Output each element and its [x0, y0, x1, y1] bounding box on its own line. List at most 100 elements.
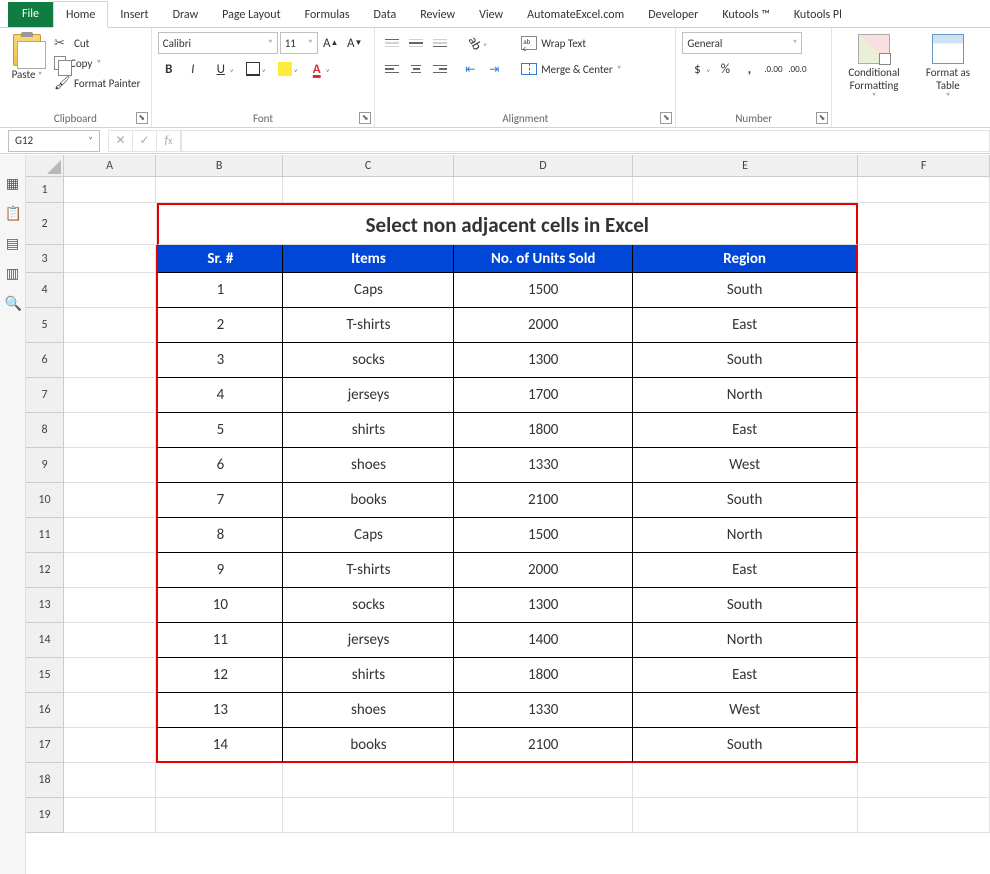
cell[interactable] — [858, 203, 990, 245]
cell[interactable] — [64, 658, 156, 693]
side-icon-4[interactable]: ▥ — [5, 265, 21, 281]
formula-input[interactable] — [181, 130, 990, 152]
table-cell[interactable]: 1330 — [454, 693, 633, 728]
font-dialog-launcher[interactable]: ⬊ — [359, 112, 371, 124]
number-format-combo[interactable]: General˅ — [682, 32, 802, 54]
row-header-13[interactable]: 13 — [26, 588, 64, 623]
table-cell[interactable]: 2000 — [454, 553, 633, 588]
bold-button[interactable]: B — [158, 58, 180, 80]
cell[interactable] — [64, 413, 156, 448]
table-cell[interactable]: 1300 — [454, 343, 633, 378]
tab-draw[interactable]: Draw — [161, 2, 211, 27]
cell[interactable] — [64, 378, 156, 413]
cell[interactable] — [858, 693, 990, 728]
table-cell[interactable]: T-shirts — [283, 308, 454, 343]
table-cell[interactable]: jerseys — [283, 623, 454, 658]
table-cell[interactable]: 1500 — [454, 518, 633, 553]
table-cell[interactable]: 7 — [156, 483, 283, 518]
font-size-combo[interactable]: 11˅ — [280, 32, 318, 54]
cell[interactable] — [64, 448, 156, 483]
table-header[interactable]: No. of Units Sold — [454, 245, 633, 273]
merge-center-button[interactable]: Merge & Center — [515, 58, 627, 80]
row-header-9[interactable]: 9 — [26, 448, 64, 483]
table-cell[interactable]: Caps — [283, 518, 454, 553]
cell[interactable] — [858, 413, 990, 448]
table-header[interactable]: Region — [633, 245, 858, 273]
row-header-18[interactable]: 18 — [26, 763, 64, 798]
align-top-button[interactable] — [381, 32, 403, 54]
column-header-A[interactable]: A — [64, 155, 156, 177]
table-cell[interactable]: South — [633, 728, 858, 763]
table-cell[interactable]: 3 — [156, 343, 283, 378]
table-cell[interactable]: T-shirts — [283, 553, 454, 588]
name-box[interactable]: G12˅ — [8, 130, 100, 152]
fill-color-button[interactable] — [270, 58, 300, 80]
decrease-indent-button[interactable]: ⇤ — [459, 58, 481, 80]
cell[interactable] — [858, 553, 990, 588]
cancel-formula-button[interactable]: ✕ — [109, 131, 133, 151]
cell[interactable] — [858, 245, 990, 273]
cell[interactable] — [858, 728, 990, 763]
row-header-3[interactable]: 3 — [26, 245, 64, 273]
table-cell[interactable]: 5 — [156, 413, 283, 448]
tab-kutools[interactable]: Kutools ™ — [710, 2, 782, 27]
column-header-E[interactable]: E — [633, 155, 859, 177]
table-cell[interactable]: shirts — [283, 658, 454, 693]
copy-button[interactable]: Copy — [50, 54, 144, 72]
side-icon-2[interactable]: 📋 — [5, 205, 21, 221]
select-all-button[interactable] — [26, 155, 64, 177]
cell[interactable] — [633, 177, 858, 203]
row-header-15[interactable]: 15 — [26, 658, 64, 693]
table-cell[interactable]: 2100 — [454, 728, 633, 763]
italic-button[interactable]: I — [182, 58, 204, 80]
comma-button[interactable]: , — [738, 58, 760, 80]
cell[interactable] — [858, 588, 990, 623]
row-header-14[interactable]: 14 — [26, 623, 64, 658]
cell[interactable] — [64, 763, 156, 798]
align-right-button[interactable] — [429, 58, 451, 80]
table-cell[interactable]: East — [633, 658, 858, 693]
align-middle-button[interactable] — [405, 32, 427, 54]
cell[interactable] — [858, 448, 990, 483]
format-as-table-button[interactable]: Format as Table — [912, 32, 984, 105]
enter-formula-button[interactable]: ✓ — [133, 131, 157, 151]
row-header-6[interactable]: 6 — [26, 343, 64, 378]
table-cell[interactable]: North — [633, 378, 858, 413]
number-dialog-launcher[interactable]: ⬊ — [816, 112, 828, 124]
tab-kutools-plus[interactable]: Kutools Pl — [782, 2, 854, 27]
cell[interactable] — [858, 763, 990, 798]
side-icon-5[interactable]: 🔍 — [5, 295, 21, 311]
cell[interactable] — [64, 588, 156, 623]
table-cell[interactable]: 1 — [156, 273, 283, 308]
table-cell[interactable]: North — [633, 623, 858, 658]
table-cell[interactable]: 4 — [156, 378, 283, 413]
table-cell[interactable]: East — [633, 308, 858, 343]
table-cell[interactable]: 10 — [156, 588, 283, 623]
table-cell[interactable]: 9 — [156, 553, 283, 588]
cut-button[interactable]: Cut — [50, 34, 144, 52]
side-icon-3[interactable]: ▤ — [5, 235, 21, 251]
cell[interactable] — [633, 763, 858, 798]
table-cell[interactable]: 1330 — [454, 448, 633, 483]
table-cell[interactable]: 1400 — [454, 623, 633, 658]
cell[interactable] — [858, 343, 990, 378]
cell[interactable] — [633, 798, 858, 833]
cell[interactable] — [454, 763, 633, 798]
row-header-11[interactable]: 11 — [26, 518, 64, 553]
cell[interactable] — [283, 763, 454, 798]
table-cell[interactable]: 14 — [156, 728, 283, 763]
column-header-C[interactable]: C — [283, 155, 454, 177]
align-center-button[interactable] — [405, 58, 427, 80]
cell[interactable] — [64, 798, 156, 833]
table-cell[interactable]: books — [283, 728, 454, 763]
cell[interactable] — [858, 378, 990, 413]
tab-data[interactable]: Data — [362, 2, 409, 27]
increase-decimal-button[interactable]: .0.00 — [762, 58, 784, 80]
table-cell[interactable]: 8 — [156, 518, 283, 553]
increase-font-button[interactable]: A▲ — [320, 32, 342, 54]
table-cell[interactable]: shoes — [283, 448, 454, 483]
tab-insert[interactable]: Insert — [108, 2, 160, 27]
row-header-17[interactable]: 17 — [26, 728, 64, 763]
table-cell[interactable]: 12 — [156, 658, 283, 693]
table-cell[interactable]: South — [633, 588, 858, 623]
